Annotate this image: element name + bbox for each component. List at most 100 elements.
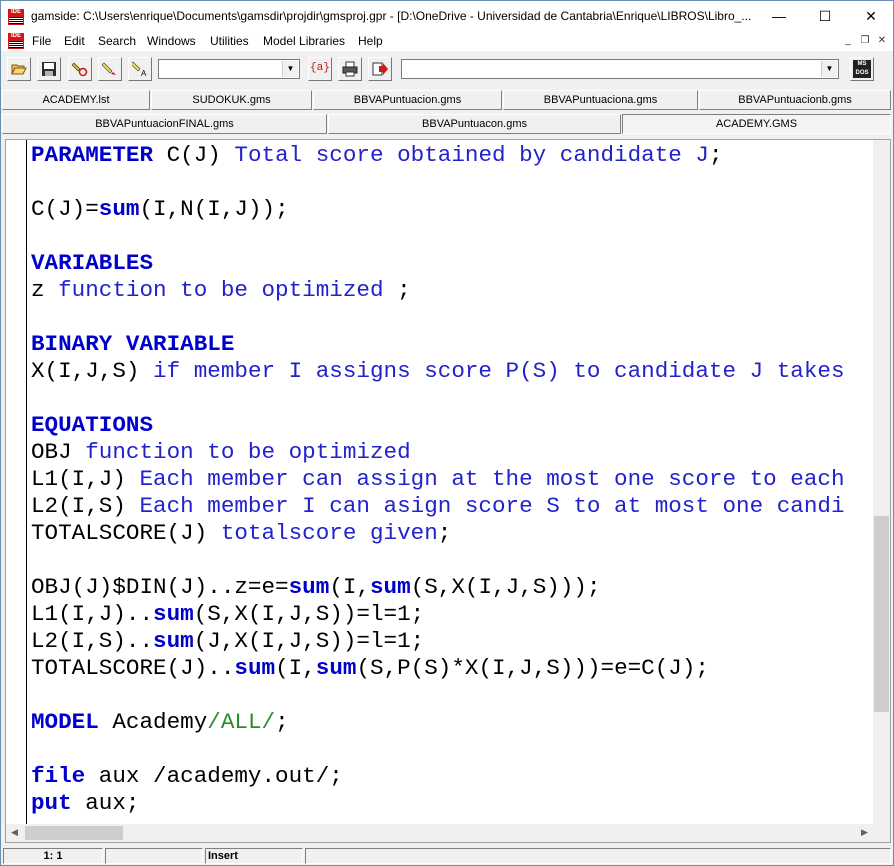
minimize-button[interactable]: — (756, 1, 802, 31)
editor-gutter (6, 140, 27, 824)
menu-help[interactable]: Help (358, 34, 383, 48)
horizontal-scrollbar[interactable]: ◀ ▶ (6, 824, 873, 842)
code-line[interactable]: PARAMETER C(J) Total score obtained by c… (31, 142, 873, 169)
tab-bbvapuntuacion[interactable]: BBVAPuntuacion.gms (313, 90, 502, 110)
menu-search[interactable]: Search (98, 34, 136, 48)
mdi-restore-button[interactable]: ❐ (858, 35, 872, 47)
print-button[interactable] (338, 57, 362, 81)
status-panel-2 (105, 848, 203, 864)
code-token: aux; (71, 790, 140, 816)
code-line[interactable] (31, 385, 873, 412)
mdi-close-button[interactable]: ✕ (875, 35, 889, 47)
code-line[interactable]: file aux /academy.out/; (31, 763, 873, 790)
code-line[interactable]: X(I,J,S) if member I assigns score P(S) … (31, 358, 873, 385)
tab-bbvapuntuacionb[interactable]: BBVAPuntuacionb.gms (699, 90, 891, 110)
menu-model-libraries[interactable]: Model Libraries (263, 34, 345, 48)
scroll-right-icon[interactable]: ▶ (856, 824, 873, 841)
code-line[interactable]: TOTALSCORE(J) totalscore given; (31, 520, 873, 547)
app-icon[interactable]: IDE (8, 9, 24, 25)
code-token: ; (383, 277, 411, 303)
code-line[interactable]: OBJ function to be optimized (31, 439, 873, 466)
tab-bbvapuntuacionfinal[interactable]: BBVAPuntuacionFINAL.gms (2, 114, 327, 134)
code-line[interactable]: BINARY VARIABLE (31, 331, 873, 358)
menu-utilities[interactable]: Utilities (210, 34, 249, 48)
code-line[interactable]: VARIABLES (31, 250, 873, 277)
code-token: Total score obtained by candidate J (234, 142, 709, 168)
find-button[interactable] (68, 57, 92, 81)
code-line[interactable]: MODEL Academy/ALL/; (31, 709, 873, 736)
find-next-button[interactable] (98, 57, 122, 81)
pen-icon (102, 62, 116, 75)
code-token: C(J) (153, 142, 235, 168)
code-token: PARAMETER (31, 142, 154, 168)
ide-window: IDE gamside: C:\Users\enrique\Documents\… (0, 0, 894, 866)
tab-sudokuk[interactable]: SUDOKUK.gms (151, 90, 312, 110)
mdi-minimize-button[interactable]: _ (841, 35, 855, 47)
code-line[interactable]: put aux; (31, 790, 873, 817)
tab-academy-lst[interactable]: ACADEMY.lst (2, 90, 150, 110)
title-bar[interactable]: IDE gamside: C:\Users\enrique\Documents\… (1, 1, 893, 31)
code-token: BINARY VARIABLE (31, 331, 235, 357)
code-line[interactable] (31, 304, 873, 331)
code-line[interactable] (31, 736, 873, 763)
menu-bar: IDE File Edit Search Windows Utilities M… (1, 31, 893, 52)
menu-windows[interactable]: Windows (147, 34, 196, 48)
code-line[interactable] (31, 223, 873, 250)
close-button[interactable]: ✕ (848, 1, 894, 31)
pen-replace-icon: A (132, 61, 147, 77)
msdos-button[interactable]: MS DOS (850, 57, 874, 81)
run-arrow-icon (372, 62, 388, 76)
code-token: sum (288, 574, 330, 600)
replace-button[interactable]: A (128, 57, 152, 81)
code-line[interactable]: OBJ(J)$DIN(J)..z=e=sum(I,sum(S,X(I,J,S))… (31, 574, 873, 601)
vertical-scroll-thumb[interactable] (874, 516, 889, 712)
status-panel-4 (305, 848, 891, 864)
run-button[interactable] (368, 57, 392, 81)
menu-file[interactable]: File (32, 34, 51, 48)
vertical-scrollbar[interactable] (873, 140, 890, 824)
code-token: sum (153, 601, 194, 627)
document-icon[interactable]: IDE (8, 33, 24, 49)
braces-icon: {a} (310, 62, 330, 74)
code-token: TOTALSCORE(J).. (31, 655, 235, 681)
open-button[interactable] (7, 57, 31, 81)
code-token: (I, (329, 574, 370, 600)
code-line[interactable]: L1(I,J)..sum(S,X(I,J,S))=l=1; (31, 601, 873, 628)
code-line[interactable]: L2(I,S) Each member I can asign score S … (31, 493, 873, 520)
maximize-button[interactable]: ☐ (802, 1, 848, 31)
code-token: ; (275, 709, 289, 735)
file-combo-arrow-icon[interactable]: ▼ (821, 61, 837, 77)
horizontal-scroll-thumb[interactable] (25, 826, 123, 840)
model-combo[interactable]: ▼ (158, 59, 300, 79)
combo-arrow-icon[interactable]: ▼ (282, 61, 298, 77)
code-text-area[interactable]: PARAMETER C(J) Total score obtained by c… (31, 142, 873, 822)
scroll-left-icon[interactable]: ◀ (6, 824, 23, 841)
code-line[interactable] (31, 169, 873, 196)
document-icon-label: IDE (10, 33, 21, 39)
code-token: sum (153, 628, 194, 654)
code-line[interactable]: C(J)=sum(I,N(I,J)); (31, 196, 873, 223)
file-combo[interactable]: ▼ (401, 59, 839, 79)
code-token: X(I,J,S) (31, 358, 154, 384)
pen-search-icon (72, 62, 88, 77)
code-line[interactable]: TOTALSCORE(J)..sum(I,sum(S,P(S)*X(I,J,S)… (31, 655, 873, 682)
scrollbar-corner (873, 824, 890, 842)
code-line[interactable]: L1(I,J) Each member can assign at the mo… (31, 466, 873, 493)
menu-edit[interactable]: Edit (64, 34, 85, 48)
code-line[interactable]: EQUATIONS (31, 412, 873, 439)
code-token: (J,X(I,J,S))=l=1; (193, 628, 425, 654)
tab-academy-gms[interactable]: ACADEMY.GMS (622, 114, 891, 134)
code-token: C(J)= (31, 196, 99, 222)
code-line[interactable] (31, 682, 873, 709)
save-button[interactable] (37, 57, 61, 81)
code-token: /ALL/ (207, 709, 276, 735)
code-editor[interactable]: PARAMETER C(J) Total score obtained by c… (5, 139, 891, 843)
code-token: (I,N(I,J)); (139, 196, 289, 222)
code-token: function to be optimized (85, 439, 411, 465)
code-line[interactable] (31, 547, 873, 574)
tab-bbvapuntuacon[interactable]: BBVAPuntuacon.gms (328, 114, 621, 134)
tab-bbvapuntuaciona[interactable]: BBVAPuntuaciona.gms (503, 90, 698, 110)
braces-button[interactable]: {a} (308, 57, 332, 81)
code-line[interactable]: L2(I,S)..sum(J,X(I,J,S))=l=1; (31, 628, 873, 655)
code-line[interactable]: z function to be optimized ; (31, 277, 873, 304)
